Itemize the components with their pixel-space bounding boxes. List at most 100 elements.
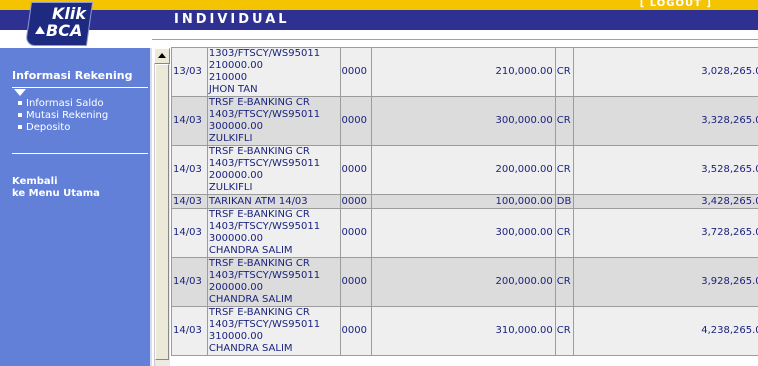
tx-description: TRSF E-BANKING CR 1403/FTSCY/WS95011 20000… bbox=[206, 257, 341, 307]
tx-branch: 0000 bbox=[339, 306, 373, 356]
logo-text-bca: BCA bbox=[46, 21, 83, 40]
tx-balance: 3,528,265.00 bbox=[572, 145, 758, 195]
sidebar: Informasi Rekening Informasi Saldo Mutas… bbox=[0, 48, 152, 366]
page-title: INDIVIDUAL bbox=[174, 12, 290, 27]
tx-amount: 200,000.00 bbox=[371, 145, 556, 195]
tx-description-line: 200000.00 bbox=[208, 170, 263, 181]
tx-type: CR bbox=[554, 145, 574, 195]
tx-type: CR bbox=[554, 306, 574, 356]
tx-date: 14/03 bbox=[171, 145, 208, 195]
tx-type: CR bbox=[554, 208, 574, 258]
tx-amount: 300,000.00 bbox=[371, 208, 556, 258]
tx-description: TRSF E-BANKING CR 1403/FTSCY/WS95011 31000… bbox=[206, 306, 341, 356]
tx-description-line: TRSF E-BANKING CR bbox=[208, 209, 310, 220]
tx-date: 14/03 bbox=[171, 96, 208, 146]
tx-branch: 0000 bbox=[339, 47, 373, 97]
tx-description-line: CHANDRA SALIM bbox=[208, 294, 293, 305]
tx-date: 14/03 bbox=[171, 306, 208, 356]
tx-type: CR bbox=[554, 257, 574, 307]
tx-description-line: JHON TAN bbox=[208, 84, 258, 95]
tx-description-line: 1403/FTSCY/WS95011 bbox=[208, 319, 321, 330]
tx-balance: 3,028,265.00 bbox=[572, 47, 758, 97]
tx-description-line: 1403/FTSCY/WS95011 bbox=[208, 270, 321, 281]
sidebar-item-mutasi-rekening[interactable]: Mutasi Rekening bbox=[18, 109, 108, 121]
tx-balance: 3,928,265.00 bbox=[572, 257, 758, 307]
tx-description-line: TRSF E-BANKING CR bbox=[208, 146, 310, 157]
back-link-line1: Kembali bbox=[12, 176, 58, 187]
tx-description-line: 210000 bbox=[208, 72, 248, 83]
tx-branch: 0000 bbox=[339, 96, 373, 146]
tx-description-line: 1403/FTSCY/WS95011 bbox=[208, 158, 321, 169]
sidebar-item-deposito[interactable]: Deposito bbox=[18, 121, 108, 133]
back-link-line2: ke Menu Utama bbox=[12, 188, 100, 199]
tx-description-line: 200000.00 bbox=[208, 282, 263, 293]
tx-description-line: 1303/FTSCY/WS95011 bbox=[208, 48, 321, 59]
scrollbar-thumb[interactable] bbox=[155, 64, 169, 360]
tx-branch: 0000 bbox=[339, 145, 373, 195]
table-row: 14/03 TARIKAN ATM 14/03 0000 100,000.00 DB 3,… bbox=[171, 194, 758, 209]
tx-balance: 3,328,265.00 bbox=[572, 96, 758, 146]
bullet-icon bbox=[18, 125, 22, 129]
bullet-icon bbox=[18, 113, 22, 117]
tx-type: CR bbox=[554, 96, 574, 146]
tx-type: DB bbox=[554, 194, 574, 209]
tx-description-line: 300000.00 bbox=[208, 233, 263, 244]
tx-date: 13/03 bbox=[171, 47, 208, 97]
tx-description-line: TRSF E-BANKING CR bbox=[208, 307, 310, 318]
tx-date: 14/03 bbox=[171, 208, 208, 258]
tx-description-line: TARIKAN ATM 14/03 bbox=[208, 195, 308, 207]
tx-amount: 210,000.00 bbox=[371, 47, 556, 97]
table-row: 14/03 TRSF E-BANKING CR 1403/FTSCY/WS95011… bbox=[171, 96, 758, 146]
bullet-icon bbox=[18, 101, 22, 105]
tx-description-line: CHANDRA SALIM bbox=[208, 245, 293, 256]
sidebar-menu: Informasi Saldo Mutasi Rekening Deposito bbox=[18, 97, 108, 133]
tx-amount: 300,000.00 bbox=[371, 96, 556, 146]
tx-description: 1303/FTSCY/WS95011 210000.00 210000 JHON TA… bbox=[206, 47, 341, 97]
sidebar-divider bbox=[12, 153, 148, 154]
tx-description: TARIKAN ATM 14/03 bbox=[206, 194, 341, 209]
table-row: 14/03 TRSF E-BANKING CR 1403/FTSCY/WS95011… bbox=[171, 208, 758, 258]
back-to-main-menu-link[interactable]: Kembali ke Menu Utama bbox=[12, 176, 100, 200]
tx-branch: 0000 bbox=[339, 257, 373, 307]
sidebar-top-border bbox=[0, 46, 152, 48]
header-underline bbox=[152, 30, 758, 40]
tx-description-line: 300000.00 bbox=[208, 121, 263, 132]
scroll-up-arrow-icon[interactable] bbox=[154, 48, 170, 64]
tx-description-line: 1403/FTSCY/WS95011 bbox=[208, 109, 321, 120]
transactions-table: 13/03 1303/FTSCY/WS95011 210000.00 210000 JH… bbox=[171, 47, 758, 356]
tx-description-line: CHANDRA SALIM bbox=[208, 343, 293, 354]
sidebar-item-label: Mutasi Rekening bbox=[26, 109, 109, 121]
tx-amount: 100,000.00 bbox=[371, 194, 556, 209]
transactions-table-container: 13/03 1303/FTSCY/WS95011 210000.00 210000 JH… bbox=[171, 47, 758, 356]
tx-description: TRSF E-BANKING CR 1403/FTSCY/WS95011 20000… bbox=[206, 145, 341, 195]
bca-mark-icon bbox=[35, 26, 45, 34]
tx-date: 14/03 bbox=[171, 257, 208, 307]
tx-branch: 0000 bbox=[339, 194, 373, 209]
tx-description-line: 210000.00 bbox=[208, 60, 263, 71]
sidebar-item-label: Deposito bbox=[26, 121, 71, 133]
tx-type: CR bbox=[554, 47, 574, 97]
tx-description: TRSF E-BANKING CR 1403/FTSCY/WS95011 30000… bbox=[206, 96, 341, 146]
tx-balance: 4,238,265.00 bbox=[572, 306, 758, 356]
tx-description-line: ZULKIFLI bbox=[208, 182, 253, 193]
header-bar bbox=[0, 10, 758, 30]
tx-branch: 0000 bbox=[339, 208, 373, 258]
tx-description-line: TRSF E-BANKING CR bbox=[208, 97, 310, 108]
tx-description-line: ZULKIFLI bbox=[208, 133, 253, 144]
table-row: 14/03 TRSF E-BANKING CR 1403/FTSCY/WS95011… bbox=[171, 257, 758, 307]
sidebar-item-informasi-saldo[interactable]: Informasi Saldo bbox=[18, 97, 108, 109]
tx-description: TRSF E-BANKING CR 1403/FTSCY/WS95011 30000… bbox=[206, 208, 341, 258]
table-row: 14/03 TRSF E-BANKING CR 1403/FTSCY/WS95011… bbox=[171, 306, 758, 356]
tx-description-line: 310000.00 bbox=[208, 331, 263, 342]
table-row: 14/03 TRSF E-BANKING CR 1403/FTSCY/WS95011… bbox=[171, 145, 758, 195]
tx-amount: 310,000.00 bbox=[371, 306, 556, 356]
logout-link[interactable]: [ LOGOUT ] bbox=[640, 0, 712, 9]
sidebar-item-label: Informasi Saldo bbox=[26, 97, 104, 109]
tx-description-line: 1403/FTSCY/WS95011 bbox=[208, 221, 321, 232]
tx-amount: 200,000.00 bbox=[371, 257, 556, 307]
tx-balance: 3,428,265.00 bbox=[572, 194, 758, 209]
tx-date: 14/03 bbox=[171, 194, 208, 209]
tx-description-line: TRSF E-BANKING CR bbox=[208, 258, 310, 269]
sidebar-divider bbox=[12, 87, 148, 88]
expand-triangle-icon bbox=[14, 89, 26, 96]
